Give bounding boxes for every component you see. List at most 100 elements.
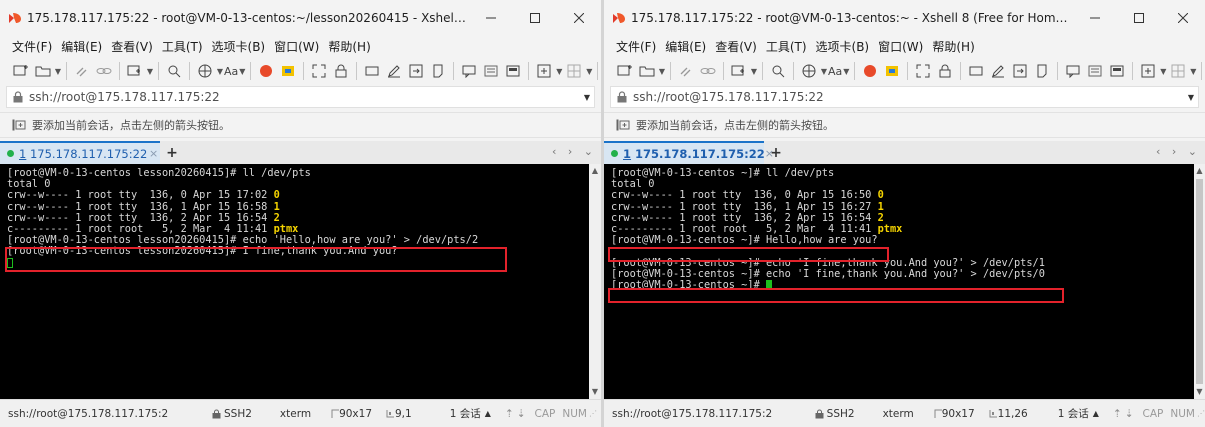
status-sessions[interactable]: 1 会话 — [450, 406, 481, 421]
tab-session-1[interactable]: 1 175.178.117.175:22 × — [0, 141, 160, 164]
reconnect-button[interactable] — [697, 60, 719, 82]
dropdown-arrow-icon[interactable]: ▼ — [842, 67, 850, 76]
address-input[interactable]: ssh://root@175.178.117.175:22 — [29, 90, 580, 104]
font-button[interactable]: Aa — [828, 65, 842, 78]
menu-help[interactable]: 帮助(H) — [932, 38, 974, 55]
minimize-button[interactable] — [469, 0, 513, 36]
menu-window[interactable]: 窗口(W) — [878, 38, 923, 55]
tab-close-icon[interactable]: × — [765, 147, 774, 160]
fullscreen-button[interactable] — [308, 60, 330, 82]
vertical-scrollbar[interactable]: ▲ ▼ — [1194, 164, 1205, 399]
menu-edit[interactable]: 编辑(E) — [61, 38, 102, 55]
find-button[interactable] — [163, 60, 185, 82]
lock-button[interactable] — [330, 60, 352, 82]
disconnect-button[interactable] — [675, 60, 697, 82]
title-bar[interactable]: 175.178.117.175:22 - root@VM-0-13-centos… — [0, 0, 601, 36]
dropdown-arrow-icon[interactable]: ▼ — [580, 93, 594, 102]
scroll-down-icon[interactable]: ▼ — [1194, 385, 1205, 399]
open-folder-button[interactable] — [32, 60, 54, 82]
menu-tools[interactable]: 工具(T) — [766, 38, 807, 55]
keyboard-button[interactable] — [965, 60, 987, 82]
add-session-icon[interactable] — [12, 119, 26, 131]
dropdown-arrow-icon[interactable]: ▼ — [146, 67, 154, 76]
open-folder-button[interactable] — [636, 60, 658, 82]
tab-close-icon[interactable]: × — [147, 147, 160, 160]
tab-navigation[interactable]: ‹ › ⌄ — [552, 145, 597, 158]
dropdown-arrow-icon[interactable]: ▼ — [238, 67, 246, 76]
dropdown-arrow-icon[interactable]: ▼ — [820, 67, 828, 76]
close-button[interactable] — [1161, 0, 1205, 36]
xftp-button[interactable] — [881, 60, 903, 82]
dropdown-arrow-icon[interactable]: ▼ — [216, 67, 224, 76]
find-button[interactable] — [767, 60, 789, 82]
xshell-button[interactable] — [859, 60, 881, 82]
compose-button[interactable] — [383, 60, 405, 82]
sessions-dropdown-icon[interactable]: ▲ — [1093, 409, 1099, 418]
disconnect-button[interactable] — [71, 60, 93, 82]
scroll-thumb[interactable] — [1196, 179, 1203, 384]
menu-file[interactable]: 文件(F) — [12, 38, 52, 55]
menu-tabs[interactable]: 选项卡(B) — [212, 38, 266, 55]
chat-button[interactable] — [458, 60, 480, 82]
layout-button[interactable] — [533, 60, 555, 82]
transfer-button[interactable] — [1009, 60, 1031, 82]
split-button[interactable] — [1167, 60, 1189, 82]
keyboard-button[interactable] — [361, 60, 383, 82]
new-tab-icon[interactable]: + — [160, 141, 184, 164]
terminal-screen[interactable]: [root@VM-0-13-centos ~]# ll /dev/pts tota… — [604, 164, 1194, 399]
menu-tabs[interactable]: 选项卡(B) — [816, 38, 870, 55]
address-input[interactable]: ssh://root@175.178.117.175:22 — [633, 90, 1184, 104]
scroll-down-icon[interactable]: ▼ — [589, 385, 601, 399]
print-button[interactable] — [1106, 60, 1128, 82]
menu-tools[interactable]: 工具(T) — [162, 38, 203, 55]
resize-grip-icon[interactable]: ⋰ — [1197, 409, 1205, 418]
add-session-icon[interactable] — [616, 119, 630, 131]
title-bar[interactable]: 175.178.117.175:22 - root@VM-0-13-centos… — [604, 0, 1205, 36]
dropdown-arrow-icon[interactable]: ▼ — [555, 67, 563, 76]
dropdown-arrow-icon[interactable]: ▼ — [54, 67, 62, 76]
new-session-button[interactable] — [10, 60, 32, 82]
dropdown-arrow-icon[interactable]: ▼ — [1159, 67, 1167, 76]
log-button[interactable] — [1084, 60, 1106, 82]
split-button[interactable] — [563, 60, 585, 82]
reconnect-button[interactable] — [93, 60, 115, 82]
font-button[interactable]: Aa — [224, 65, 238, 78]
minimize-button[interactable] — [1073, 0, 1117, 36]
menu-view[interactable]: 查看(V) — [715, 38, 757, 55]
menu-window[interactable]: 窗口(W) — [274, 38, 319, 55]
maximize-button[interactable] — [513, 0, 557, 36]
new-session-button[interactable] — [614, 60, 636, 82]
dropdown-arrow-icon[interactable]: ▼ — [1189, 67, 1197, 76]
menu-view[interactable]: 查看(V) — [111, 38, 153, 55]
tab-session-1[interactable]: 1 175.178.117.175:22 × — [604, 141, 774, 164]
close-button[interactable] — [557, 0, 601, 36]
layout-button[interactable] — [1137, 60, 1159, 82]
dropdown-arrow-icon[interactable]: ▼ — [658, 67, 666, 76]
terminal-screen[interactable]: [root@VM-0-13-centos lesson20260415]# ll… — [0, 164, 589, 399]
xftp-button[interactable] — [277, 60, 299, 82]
script-button[interactable] — [1031, 60, 1053, 82]
tab-navigation[interactable]: ‹ › ⌄ — [1156, 145, 1201, 158]
script-button[interactable] — [427, 60, 449, 82]
globe-button[interactable] — [194, 60, 216, 82]
scroll-up-icon[interactable]: ▲ — [589, 164, 601, 178]
new-tab-toolbar-button[interactable] — [124, 60, 146, 82]
lock-button[interactable] — [934, 60, 956, 82]
status-sessions[interactable]: 1 会话 — [1058, 406, 1089, 421]
menu-edit[interactable]: 编辑(E) — [665, 38, 706, 55]
vertical-scrollbar[interactable]: ▲ ▼ — [589, 164, 601, 399]
maximize-button[interactable] — [1117, 0, 1161, 36]
resize-grip-icon[interactable]: ⋰ — [589, 409, 597, 418]
dropdown-arrow-icon[interactable]: ▼ — [585, 67, 593, 76]
scroll-up-icon[interactable]: ▲ — [1194, 164, 1205, 178]
xshell-button[interactable] — [255, 60, 277, 82]
print-button[interactable] — [502, 60, 524, 82]
log-button[interactable] — [480, 60, 502, 82]
address-bar[interactable]: ssh://root@175.178.117.175:22 ▼ — [610, 86, 1199, 108]
compose-button[interactable] — [987, 60, 1009, 82]
new-tab-toolbar-button[interactable] — [728, 60, 750, 82]
fullscreen-button[interactable] — [912, 60, 934, 82]
address-bar[interactable]: ssh://root@175.178.117.175:22 ▼ — [6, 86, 595, 108]
globe-button[interactable] — [798, 60, 820, 82]
dropdown-arrow-icon[interactable]: ▼ — [1184, 93, 1198, 102]
